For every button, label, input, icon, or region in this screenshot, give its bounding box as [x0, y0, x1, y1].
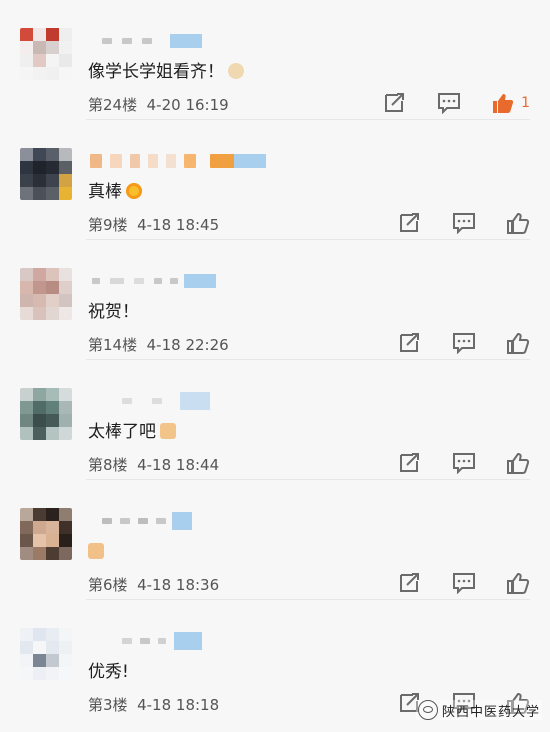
like-count: 1: [521, 95, 530, 111]
floor-number: 第24楼: [88, 96, 138, 114]
avatar[interactable]: [20, 268, 72, 320]
reply-icon[interactable]: [437, 92, 461, 114]
like-icon[interactable]: [506, 452, 530, 474]
comment-text: 像学长学姐看齐！: [88, 60, 244, 84]
comment-item: 太棒了吧 第8楼 4-18 18:44: [0, 360, 550, 480]
comment-text: 真棒: [88, 180, 142, 204]
avatar[interactable]: [20, 388, 72, 440]
comment-time: 4-18 18:44: [137, 456, 220, 474]
watermark-text: 陕西中医药大学: [441, 704, 540, 720]
watermark: 陕西中医药大学: [415, 700, 542, 720]
muscle-emoji: [88, 543, 104, 559]
share-icon[interactable]: [398, 452, 422, 474]
share-icon[interactable]: [383, 92, 407, 114]
comment-text: 祝贺！: [88, 300, 139, 324]
comment-text-content: 祝贺！: [88, 302, 139, 322]
wechat-logo-icon: [417, 700, 438, 720]
avatar[interactable]: [20, 628, 72, 680]
comment-actions: [368, 212, 530, 234]
comment-time: 4-18 18:36: [137, 576, 220, 594]
comment-text-content: 优秀!: [88, 662, 129, 682]
reply-icon[interactable]: [452, 332, 476, 354]
comment-item: 真棒 第9楼 4-18 18:45: [0, 120, 550, 240]
username-blurred[interactable]: [88, 512, 268, 530]
comment-actions: [368, 452, 530, 474]
comment-meta: 第6楼 4-18 18:36: [88, 574, 219, 595]
like-icon[interactable]: [506, 212, 530, 234]
comment-list: 像学长学姐看齐！ 第24楼 4-20 16:19 1 真棒 第9楼 4-18 1…: [0, 0, 550, 732]
floor-number: 第8楼: [88, 456, 128, 474]
comment-text: 优秀!: [88, 660, 129, 684]
reply-icon[interactable]: [452, 572, 476, 594]
comment-time: 4-18 18:45: [137, 216, 220, 234]
comment-text: [88, 540, 104, 564]
thumbs-up-emoji: [160, 423, 176, 439]
share-icon[interactable]: [398, 572, 422, 594]
comment-meta: 第14楼 4-18 22:26: [88, 334, 229, 355]
comment-item: 祝贺！ 第14楼 4-18 22:26: [0, 240, 550, 360]
comment-text: 太棒了吧: [88, 420, 176, 444]
share-icon[interactable]: [398, 332, 422, 354]
floor-number: 第14楼: [88, 336, 138, 354]
comment-time: 4-18 22:26: [146, 336, 229, 354]
comment-meta: 第8楼 4-18 18:44: [88, 454, 219, 475]
like-icon[interactable]: [506, 572, 530, 594]
username-blurred[interactable]: [88, 32, 268, 50]
fist-emoji: [228, 63, 244, 79]
reply-icon[interactable]: [452, 212, 476, 234]
floor-number: 第9楼: [88, 216, 128, 234]
reply-icon[interactable]: [452, 452, 476, 474]
comment-time: 4-20 16:19: [146, 96, 229, 114]
avatar[interactable]: [20, 508, 72, 560]
comment-actions: [368, 572, 530, 594]
avatar[interactable]: [20, 28, 72, 80]
like-icon[interactable]: [491, 92, 515, 114]
comment-text-content: 太棒了吧: [88, 422, 156, 442]
share-icon[interactable]: [398, 212, 422, 234]
comment-actions: [368, 332, 530, 354]
heart-eyes-emoji: [126, 183, 142, 199]
comment-meta: 第9楼 4-18 18:45: [88, 214, 219, 235]
comment-actions: 1: [353, 92, 530, 114]
avatar[interactable]: [20, 148, 72, 200]
username-blurred[interactable]: [88, 392, 268, 410]
floor-number: 第3楼: [88, 696, 128, 714]
like-icon[interactable]: [506, 332, 530, 354]
comment-item: 第6楼 4-18 18:36: [0, 480, 550, 600]
comment-item: 像学长学姐看齐！ 第24楼 4-20 16:19 1: [0, 0, 550, 120]
comment-meta: 第24楼 4-20 16:19: [88, 94, 229, 115]
comment-text-content: 真棒: [88, 182, 122, 202]
username-blurred[interactable]: [88, 632, 268, 650]
username-blurred[interactable]: [88, 272, 268, 290]
username-blurred[interactable]: [88, 152, 268, 170]
comment-time: 4-18 18:18: [137, 696, 220, 714]
floor-number: 第6楼: [88, 576, 128, 594]
comment-text-content: 像学长学姐看齐！: [88, 62, 224, 82]
comment-meta: 第3楼 4-18 18:18: [88, 694, 219, 715]
